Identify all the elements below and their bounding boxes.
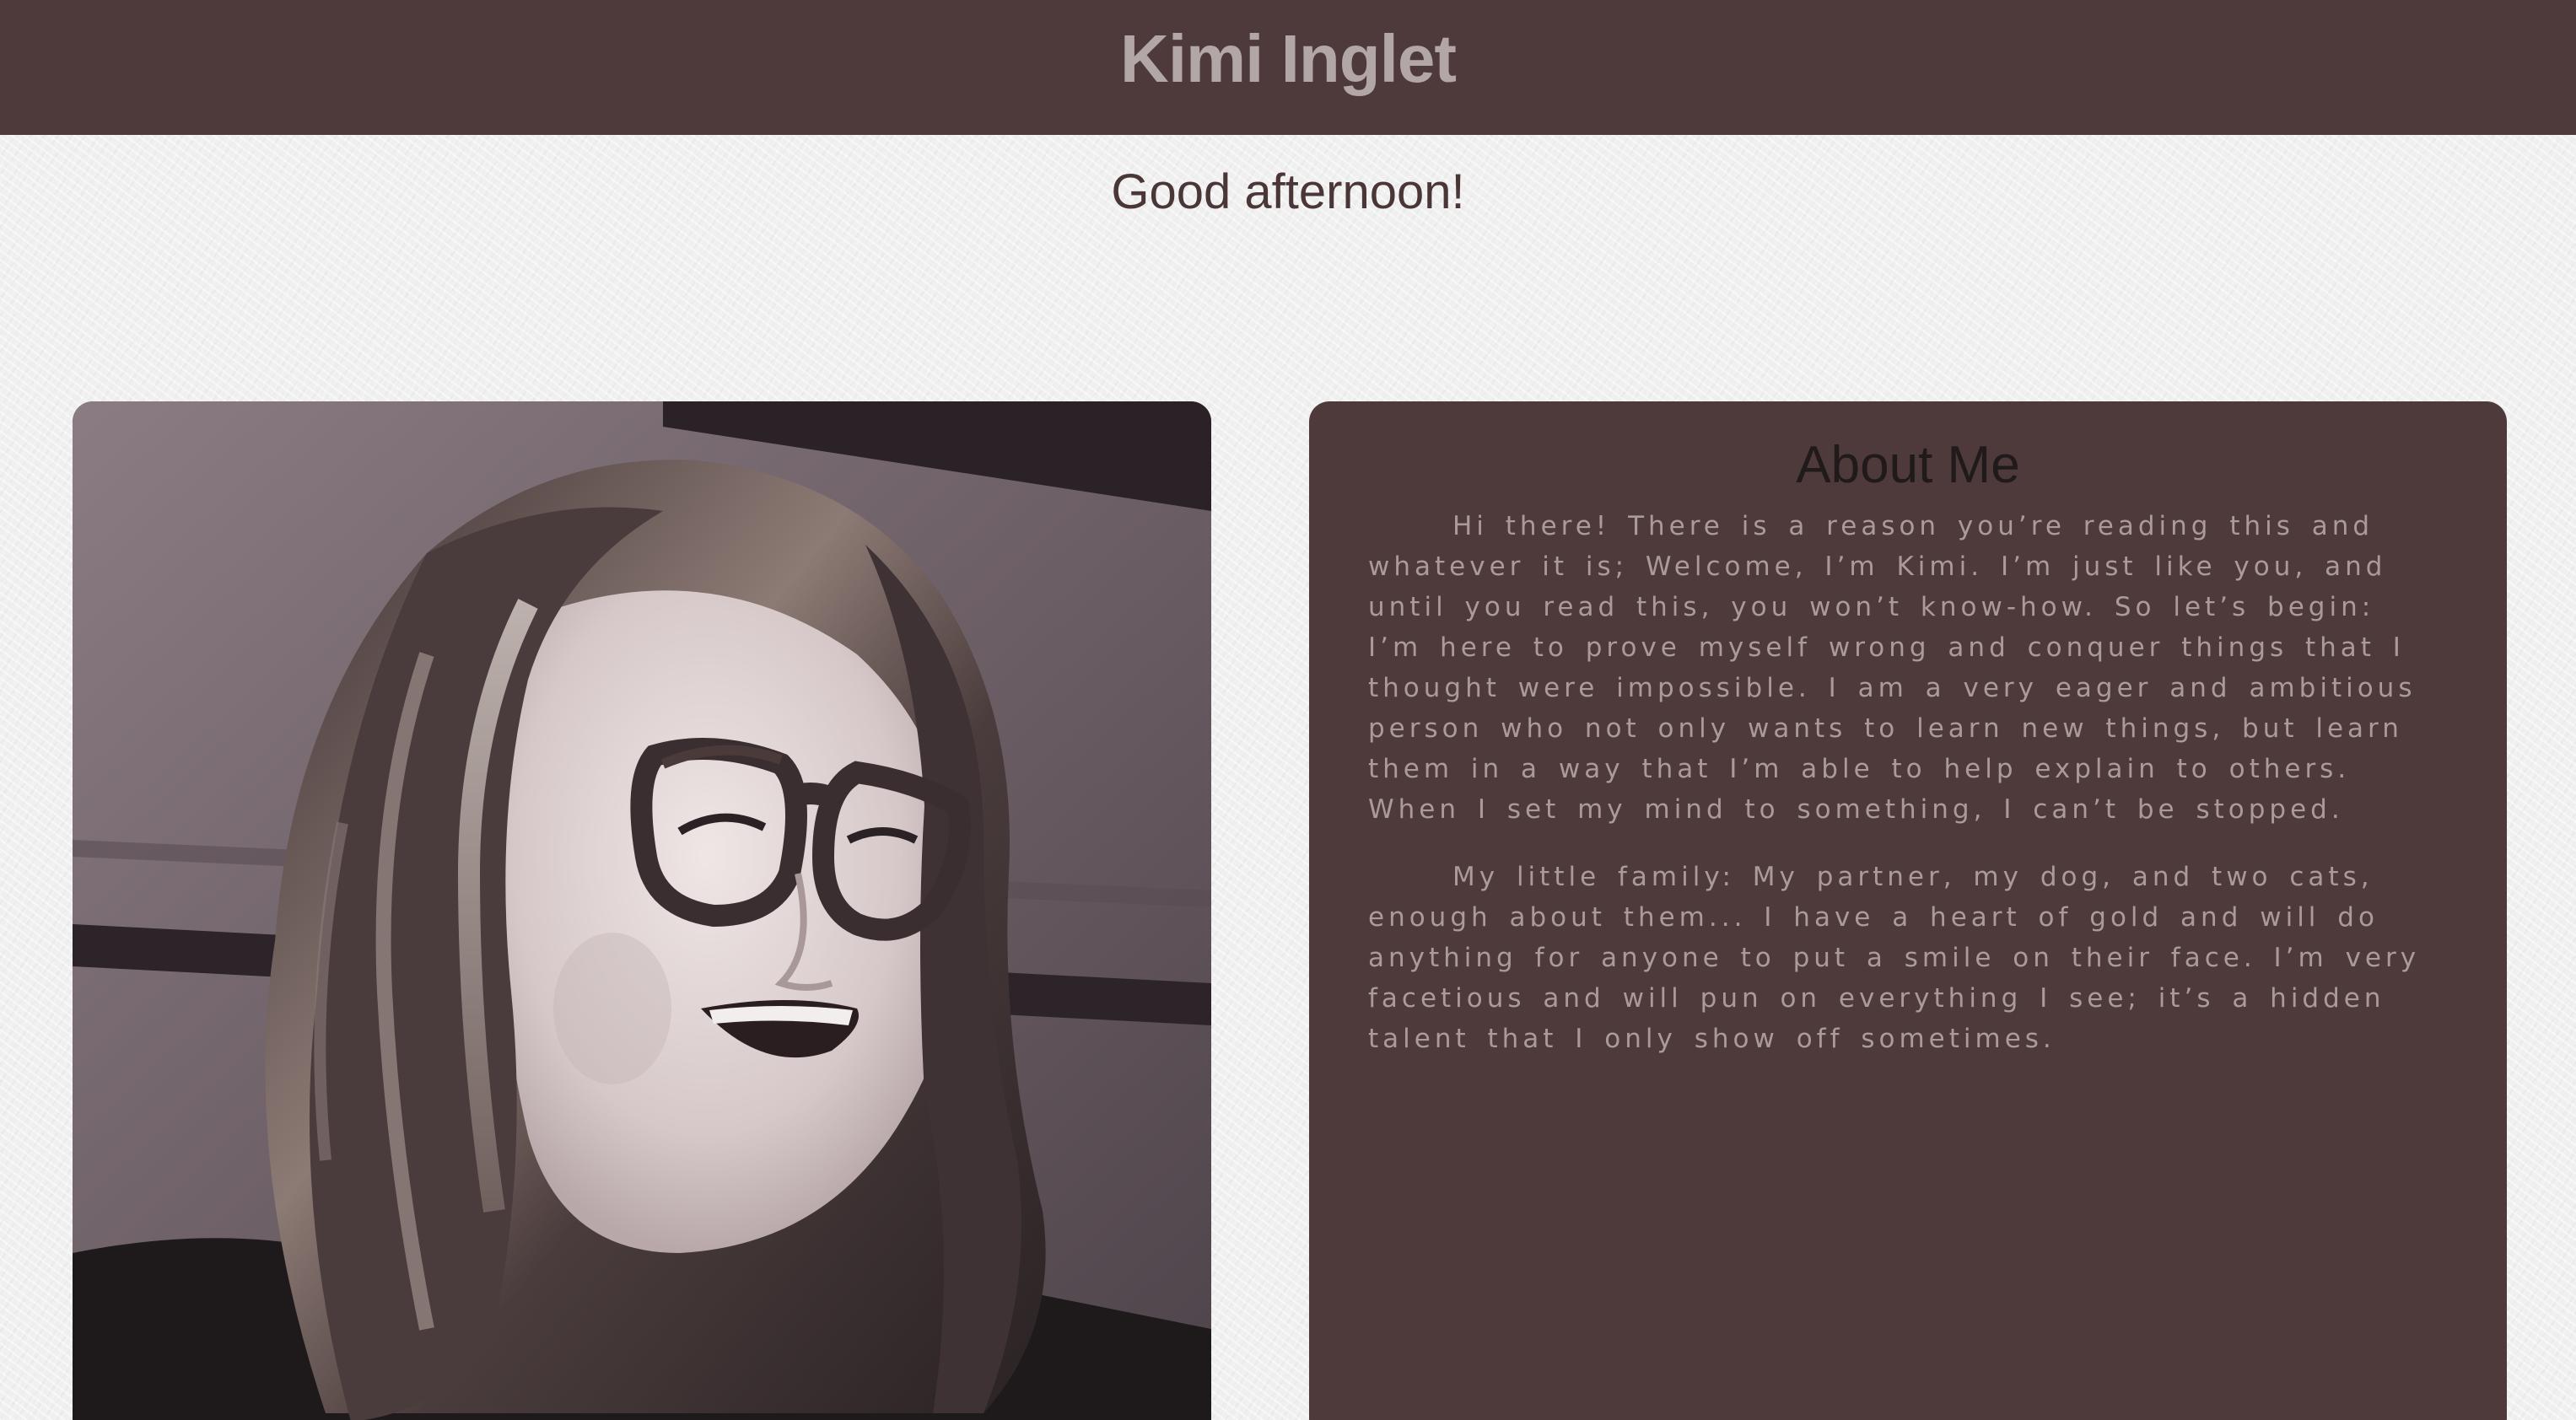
about-me-body: Hi there! There is a reason you’re readi…	[1368, 506, 2422, 1086]
about-paragraph-intro: Hi there! There is a reason you’re readi…	[1368, 511, 2417, 825]
portrait-photo-icon	[73, 401, 1211, 1420]
greeting-text: Good afternoon!	[1111, 164, 1465, 219]
profile-photo	[73, 401, 1211, 1420]
site-header: Kimi Inglet	[0, 0, 2576, 135]
site-title: Kimi Inglet	[1120, 21, 1457, 96]
about-paragraph-family: My little family: My partner, my dog, an…	[1368, 862, 2421, 1054]
about-me-card: About Me Hi there! There is a reason you…	[1309, 401, 2507, 1420]
about-me-title: About Me	[1796, 436, 2020, 494]
